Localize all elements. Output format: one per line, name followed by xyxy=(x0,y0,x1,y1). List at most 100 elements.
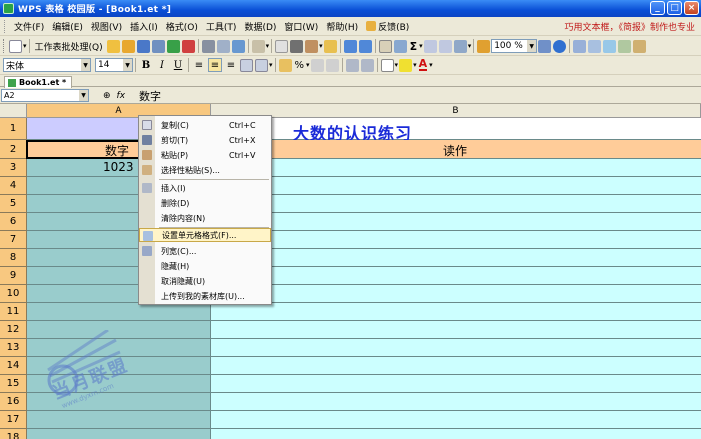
find-icon[interactable] xyxy=(618,39,632,53)
increase-decimal-icon[interactable] xyxy=(310,58,324,72)
menu-tools[interactable]: 工具(T) xyxy=(202,20,241,33)
select-all-corner[interactable] xyxy=(0,104,27,118)
name-box[interactable]: A2 ▼ xyxy=(1,89,89,102)
font-name-select[interactable]: 宋体 ▼ xyxy=(3,58,91,72)
cell-a11[interactable] xyxy=(27,303,211,321)
sidebar-icon[interactable] xyxy=(588,39,602,53)
maximize-button[interactable]: □ xyxy=(667,1,682,15)
font-size-dropdown-icon[interactable]: ▼ xyxy=(123,59,132,71)
cell-b14[interactable] xyxy=(211,357,701,375)
help-icon[interactable] xyxy=(553,39,567,53)
font-color-dropdown-icon[interactable]: ▾ xyxy=(429,61,433,69)
row-header-4[interactable]: 4 xyxy=(0,177,27,195)
autosum-icon[interactable]: Σ xyxy=(410,40,418,53)
cell-b16[interactable] xyxy=(211,393,701,411)
ctx-copy[interactable]: 复制(C) Ctrl+C xyxy=(139,118,271,132)
print-icon[interactable] xyxy=(201,39,215,53)
menu-grip[interactable] xyxy=(4,19,7,33)
zoom-dropdown-icon[interactable]: ▼ xyxy=(527,40,537,52)
formula-icon[interactable] xyxy=(378,39,392,53)
row-header-9[interactable]: 9 xyxy=(0,267,27,285)
ctx-insert[interactable]: 插入(I) xyxy=(139,181,271,195)
close-button[interactable]: × xyxy=(684,1,699,15)
increase-indent-icon[interactable] xyxy=(360,58,374,72)
cell-b1[interactable]: 大数的认识练习 xyxy=(211,118,701,143)
cell-b12[interactable] xyxy=(211,321,701,339)
row-header-5[interactable]: 5 xyxy=(0,195,27,213)
cell-b2[interactable]: 读作 xyxy=(211,140,701,159)
formula-input[interactable]: 数字 xyxy=(139,88,161,104)
align-left-button[interactable]: ≡ xyxy=(192,58,206,72)
batch-sheet-button[interactable]: 工作表批处理(Q) xyxy=(35,40,103,53)
row-header-7[interactable]: 7 xyxy=(0,231,27,249)
ctx-hide[interactable]: 隐藏(H) xyxy=(139,259,271,273)
cell-b6[interactable] xyxy=(211,213,701,231)
row-header-18[interactable]: 18 xyxy=(0,429,27,439)
ctx-delete[interactable]: 删除(D) xyxy=(139,196,271,210)
menu-format[interactable]: 格式(O) xyxy=(162,20,202,33)
undo-icon[interactable] xyxy=(343,39,357,53)
task-pane-icon[interactable] xyxy=(603,39,617,53)
format-painter-icon[interactable] xyxy=(323,39,337,53)
ctx-upload-library[interactable]: 上传到我的素材库(U)... xyxy=(139,289,271,303)
paste-dropdown-icon[interactable]: ▾ xyxy=(319,42,323,50)
cell-b5[interactable] xyxy=(211,195,701,213)
zoom-in-icon[interactable] xyxy=(538,39,552,53)
new-dropdown-icon[interactable]: ▾ xyxy=(23,42,27,50)
insert-function-icon[interactable] xyxy=(393,39,407,53)
menu-edit[interactable]: 编辑(E) xyxy=(48,20,87,33)
menu-feedback[interactable]: 反馈(B) xyxy=(362,20,413,33)
cell-b9[interactable] xyxy=(211,267,701,285)
font-size-select[interactable]: 14 ▼ xyxy=(95,58,133,72)
cell-b8[interactable] xyxy=(211,249,701,267)
borders-icon[interactable] xyxy=(380,58,394,72)
menu-tip-link[interactable]: 巧用文本框，《简报》制作也专业 xyxy=(564,20,695,33)
autosum-dropdown-icon[interactable]: ▾ xyxy=(419,42,423,50)
ctx-cut[interactable]: 剪切(T) Ctrl+X xyxy=(139,133,271,147)
row-header-6[interactable]: 6 xyxy=(0,213,27,231)
zoom-formula-icon[interactable]: ⊕ xyxy=(103,91,111,101)
filter-dropdown-icon[interactable]: ▾ xyxy=(468,42,472,50)
underline-button[interactable]: U xyxy=(171,58,185,72)
decrease-indent-icon[interactable] xyxy=(345,58,359,72)
cell-b15[interactable] xyxy=(211,375,701,393)
merge-center-icon[interactable] xyxy=(240,58,253,72)
ctx-column-width[interactable]: 列宽(C)... xyxy=(139,244,271,258)
redo-icon[interactable] xyxy=(358,39,372,53)
cell-b4[interactable] xyxy=(211,177,701,195)
name-box-dropdown-icon[interactable]: ▼ xyxy=(79,90,88,101)
cell-b10[interactable] xyxy=(211,285,701,303)
align-right-button[interactable]: ≡ xyxy=(224,58,238,72)
menu-data[interactable]: 数据(D) xyxy=(240,20,280,33)
paste-icon[interactable] xyxy=(305,39,319,53)
open-folder-icon[interactable] xyxy=(106,39,120,53)
cell-b11[interactable] xyxy=(211,303,701,321)
column-header-b[interactable]: B xyxy=(211,104,701,118)
cell-b18[interactable] xyxy=(211,429,701,439)
sort-desc-icon[interactable] xyxy=(438,39,452,53)
menu-file[interactable]: 文件(F) xyxy=(10,20,48,33)
menu-window[interactable]: 窗口(W) xyxy=(280,20,322,33)
traditional-icon[interactable] xyxy=(251,39,265,53)
toolbar-grip[interactable] xyxy=(3,39,6,53)
align-center-button[interactable]: ≡ xyxy=(208,58,222,72)
cell-a18[interactable] xyxy=(27,429,211,439)
window-icon[interactable] xyxy=(573,39,587,53)
borders-dropdown-icon[interactable]: ▾ xyxy=(395,61,399,69)
italic-button[interactable]: I xyxy=(155,58,169,72)
spellcheck-icon[interactable] xyxy=(231,39,245,53)
cell-b3[interactable] xyxy=(211,159,701,177)
currency-icon[interactable] xyxy=(278,58,292,72)
open-recent-icon[interactable] xyxy=(121,39,135,53)
row-header-3[interactable]: 3 xyxy=(0,159,27,177)
menu-help[interactable]: 帮助(H) xyxy=(322,20,362,33)
font-color-icon[interactable]: A xyxy=(418,58,428,71)
print-preview-icon[interactable] xyxy=(216,39,230,53)
cut-icon[interactable] xyxy=(290,39,304,53)
fill-color-dropdown-icon[interactable]: ▾ xyxy=(413,61,417,69)
new-doc-icon[interactable] xyxy=(9,39,22,53)
decrease-decimal-icon[interactable] xyxy=(325,58,339,72)
filter-icon[interactable] xyxy=(453,39,467,53)
traditional-dropdown-icon[interactable]: ▾ xyxy=(266,42,270,50)
row-header-11[interactable]: 11 xyxy=(0,303,27,321)
